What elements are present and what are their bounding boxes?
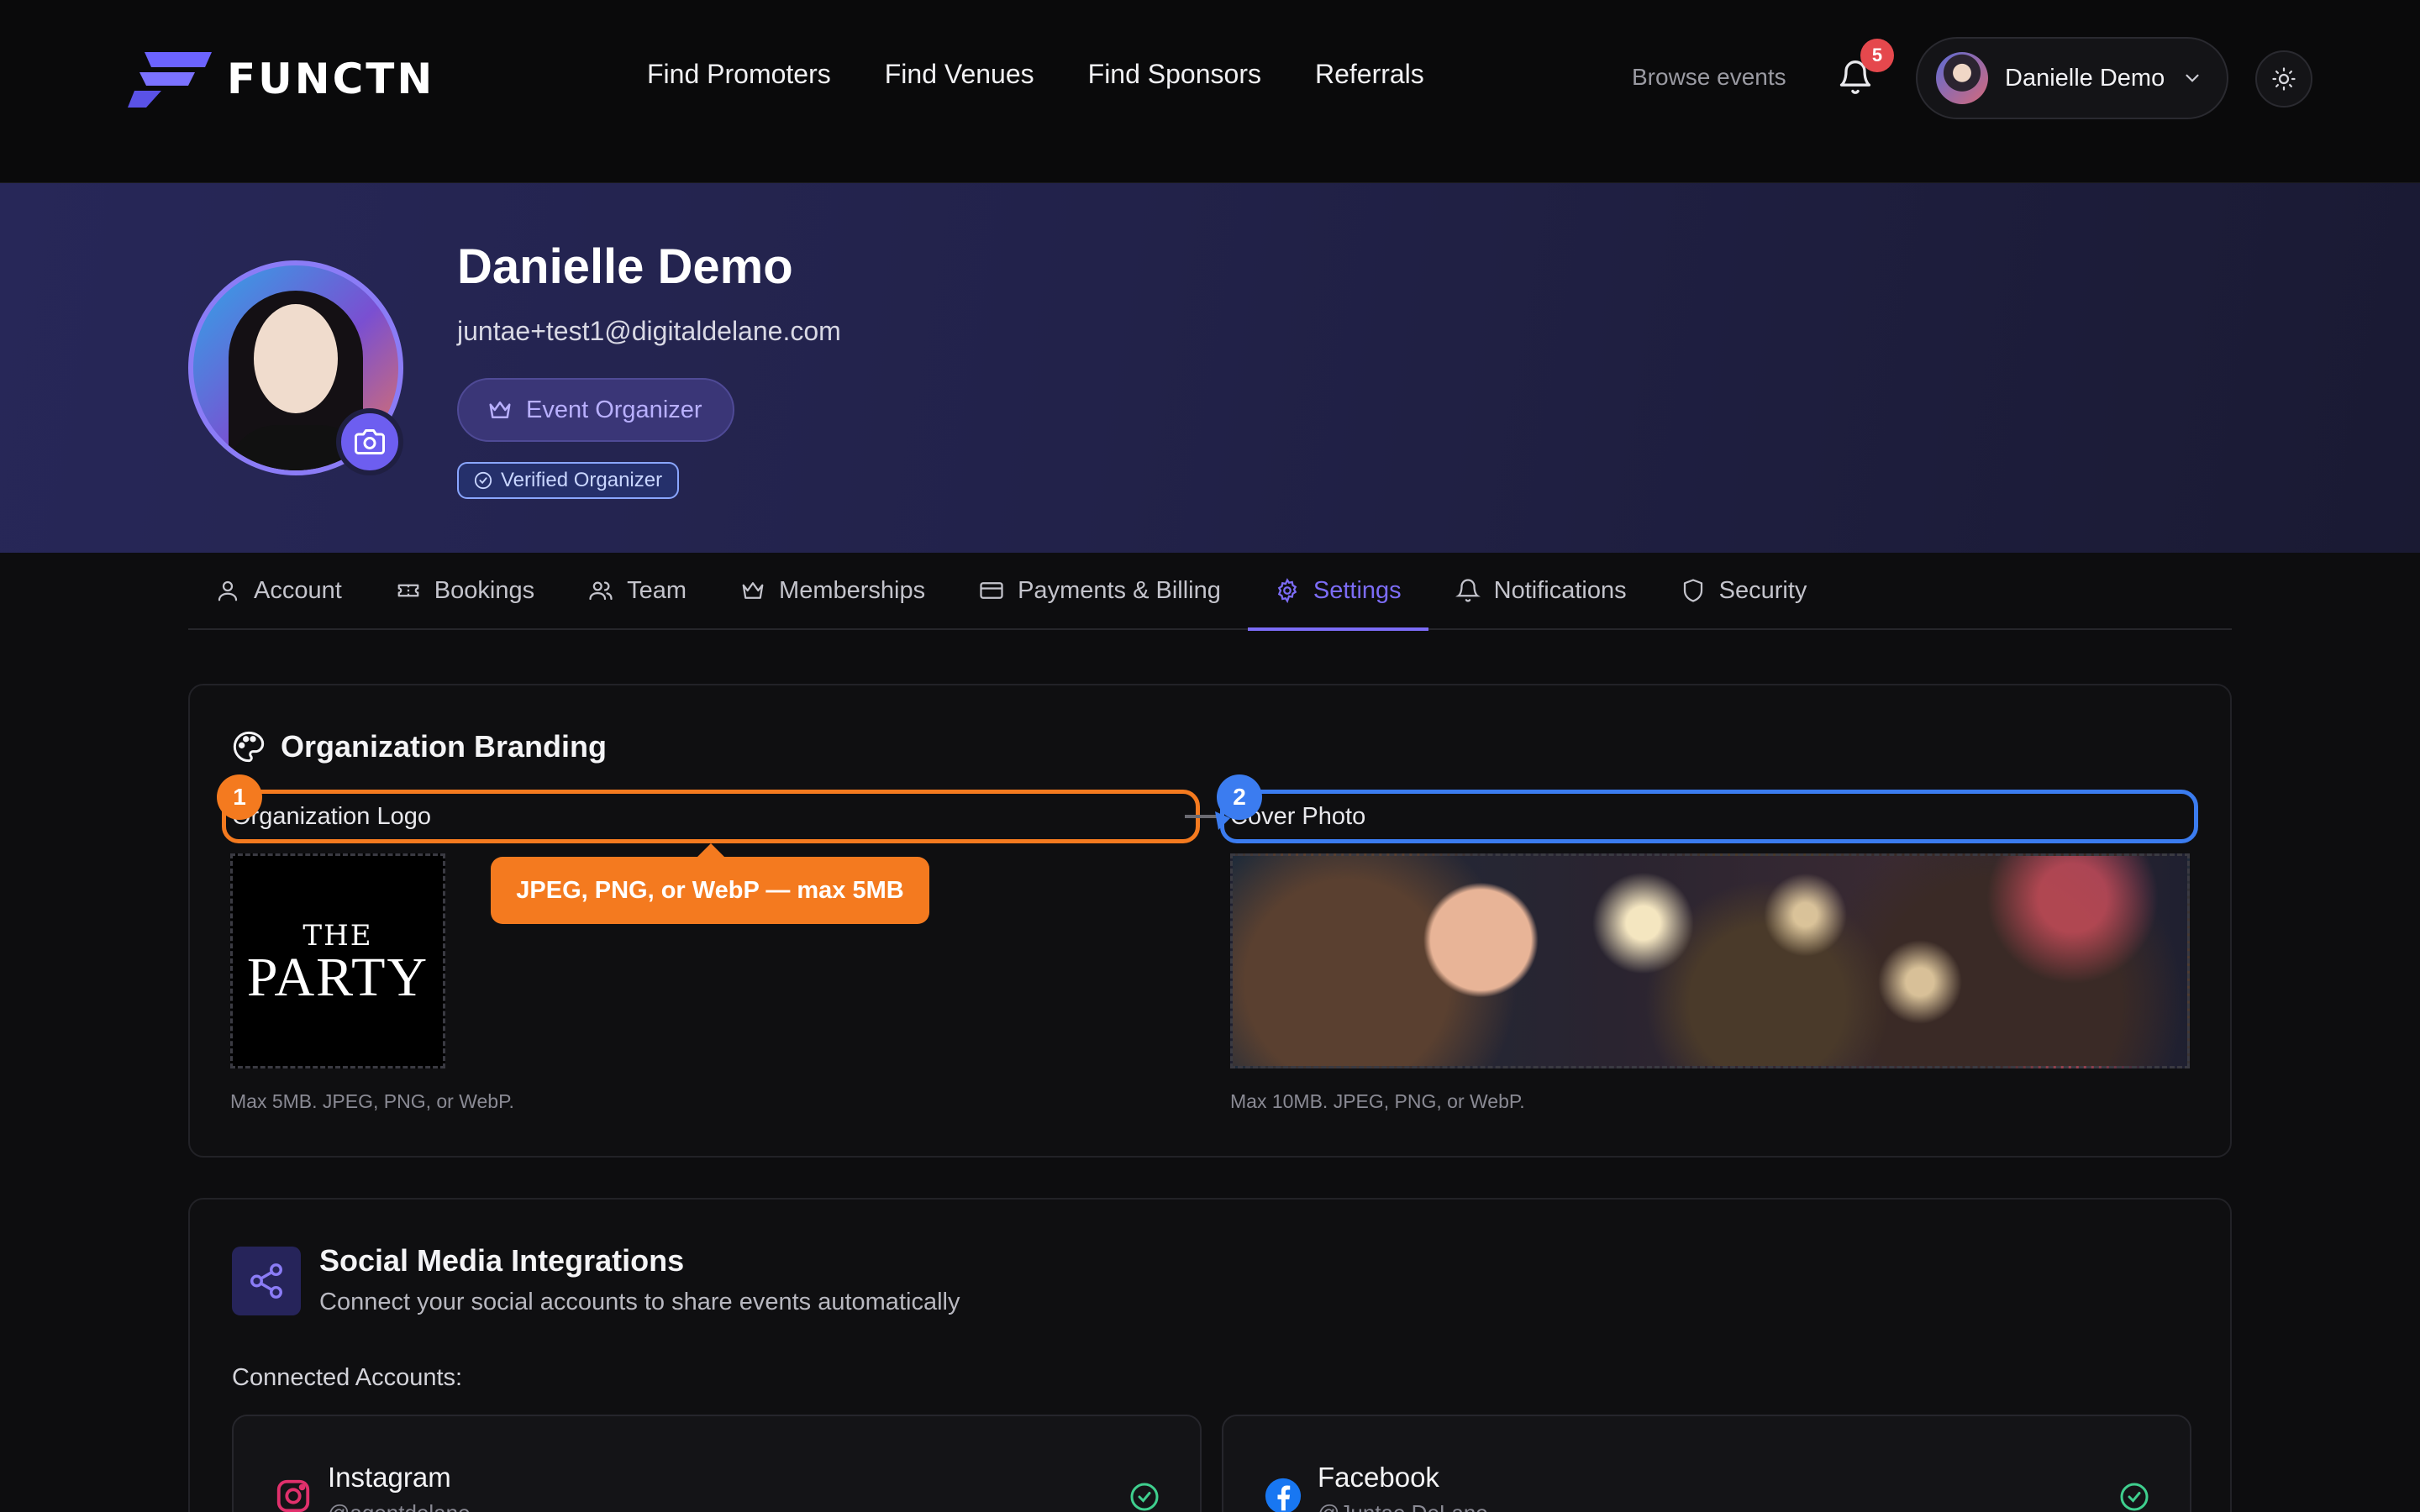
check-circle-icon <box>2120 1483 2149 1511</box>
role-badge: Event Organizer <box>457 378 734 442</box>
main-nav: Find Promoters Find Venues Find Sponsors… <box>647 59 1424 90</box>
camera-icon <box>355 429 385 454</box>
tab-team-label: Team <box>627 576 687 604</box>
sun-icon <box>2272 67 2296 91</box>
tab-security[interactable]: Security <box>1654 552 1834 629</box>
crown-icon <box>742 582 764 599</box>
profile-email: juntae+test1@digitaldelane.com <box>457 316 841 346</box>
profile-name: Danielle Demo <box>457 239 793 294</box>
bell-icon <box>1455 579 1481 602</box>
account-handle: @Juntae DeLane <box>1318 1500 1488 1512</box>
file-format-tooltip: JPEG, PNG, or WebP — max 5MB <box>491 843 929 924</box>
logo-image-text-bottom: PARTY <box>246 947 429 1008</box>
nav-find-sponsors[interactable]: Find Sponsors <box>1088 59 1261 90</box>
browse-events-link[interactable]: Browse events <box>1632 64 1786 91</box>
user-icon <box>218 580 238 601</box>
tab-account[interactable]: Account <box>188 552 369 629</box>
brand-name: FUNCTN <box>227 55 435 103</box>
tab-team[interactable]: Team <box>561 552 713 629</box>
user-avatar <box>1936 52 1988 104</box>
functn-logo-icon <box>128 52 212 108</box>
cover-label-highlight <box>1220 790 2198 843</box>
notification-count-badge: 5 <box>1860 39 1894 72</box>
settings-tabs: Account Bookings Team Memberships Paymen… <box>188 552 2232 631</box>
share-icon <box>250 1263 282 1299</box>
tab-settings-label: Settings <box>1313 576 1402 604</box>
tab-memberships-label: Memberships <box>779 576 926 604</box>
nav-find-promoters[interactable]: Find Promoters <box>647 59 831 90</box>
check-circle-icon <box>1130 1483 1159 1511</box>
instagram-account-card[interactable]: Instagram @agentdelane <box>232 1415 1202 1512</box>
logo-size-hint: Max 5MB. JPEG, PNG, or WebP. <box>230 1090 514 1112</box>
brand-logo[interactable]: FUNCTN <box>128 47 434 111</box>
tab-notifications-label: Notifications <box>1493 576 1627 604</box>
connector-arrow-icon <box>1185 811 1230 830</box>
nav-referrals[interactable]: Referrals <box>1315 59 1424 90</box>
user-menu-name: Danielle Demo <box>2005 64 2165 92</box>
cover-photo-upload[interactable] <box>1230 853 2190 1068</box>
branding-title: Organization Branding <box>281 729 608 764</box>
theme-toggle-button[interactable] <box>2255 50 2312 108</box>
facebook-icon <box>1265 1478 1302 1512</box>
change-photo-button[interactable] <box>336 408 403 475</box>
share-tile <box>232 1247 301 1315</box>
shield-icon <box>1683 579 1702 602</box>
account-name: Facebook <box>1318 1462 1439 1493</box>
gear-icon <box>1277 578 1297 603</box>
connected-accounts-label: Connected Accounts: <box>232 1364 463 1391</box>
tab-notifications[interactable]: Notifications <box>1428 552 1654 629</box>
social-title: Social Media Integrations <box>319 1243 685 1278</box>
top-navigation-bar: FUNCTN Find Promoters Find Venues Find S… <box>0 0 2420 183</box>
crown-icon <box>489 402 511 418</box>
instagram-icon <box>276 1479 310 1512</box>
tab-payments-label: Payments & Billing <box>1018 576 1221 604</box>
tab-settings[interactable]: Settings <box>1247 552 1428 631</box>
check-circle-icon <box>474 471 492 490</box>
social-subtitle: Connect your social accounts to share ev… <box>319 1289 960 1315</box>
annotation-marker-1: 1 <box>217 774 262 820</box>
ticket-icon <box>397 584 419 597</box>
account-name: Instagram <box>328 1462 451 1493</box>
nav-find-venues[interactable]: Find Venues <box>885 59 1034 90</box>
verified-badge: Verified Organizer <box>457 462 680 499</box>
tab-account-label: Account <box>254 576 342 604</box>
tab-bookings[interactable]: Bookings <box>369 552 561 629</box>
account-handle: @agentdelane <box>328 1500 471 1512</box>
cover-size-hint: Max 10MB. JPEG, PNG, or WebP. <box>1230 1090 1525 1112</box>
role-label: Event Organizer <box>526 396 702 423</box>
user-menu-button[interactable]: Danielle Demo <box>1916 37 2228 119</box>
social-media-card: Social Media Integrations Connect your s… <box>188 1198 2232 1512</box>
chevron-down-icon <box>2186 74 2199 82</box>
facebook-account-card[interactable]: Facebook @Juntae DeLane <box>1222 1415 2191 1512</box>
card-icon <box>980 582 1003 599</box>
verified-label: Verified Organizer <box>501 469 663 491</box>
tab-payments-billing[interactable]: Payments & Billing <box>952 552 1248 629</box>
organization-logo-label: Organization Logo <box>232 803 431 830</box>
organization-logo-upload[interactable]: THE PARTY <box>230 853 445 1068</box>
tab-security-label: Security <box>1718 576 1807 604</box>
tab-bookings-label: Bookings <box>434 576 535 604</box>
palette-icon <box>233 731 265 763</box>
users-icon <box>589 581 613 601</box>
tab-memberships[interactable]: Memberships <box>713 552 952 629</box>
